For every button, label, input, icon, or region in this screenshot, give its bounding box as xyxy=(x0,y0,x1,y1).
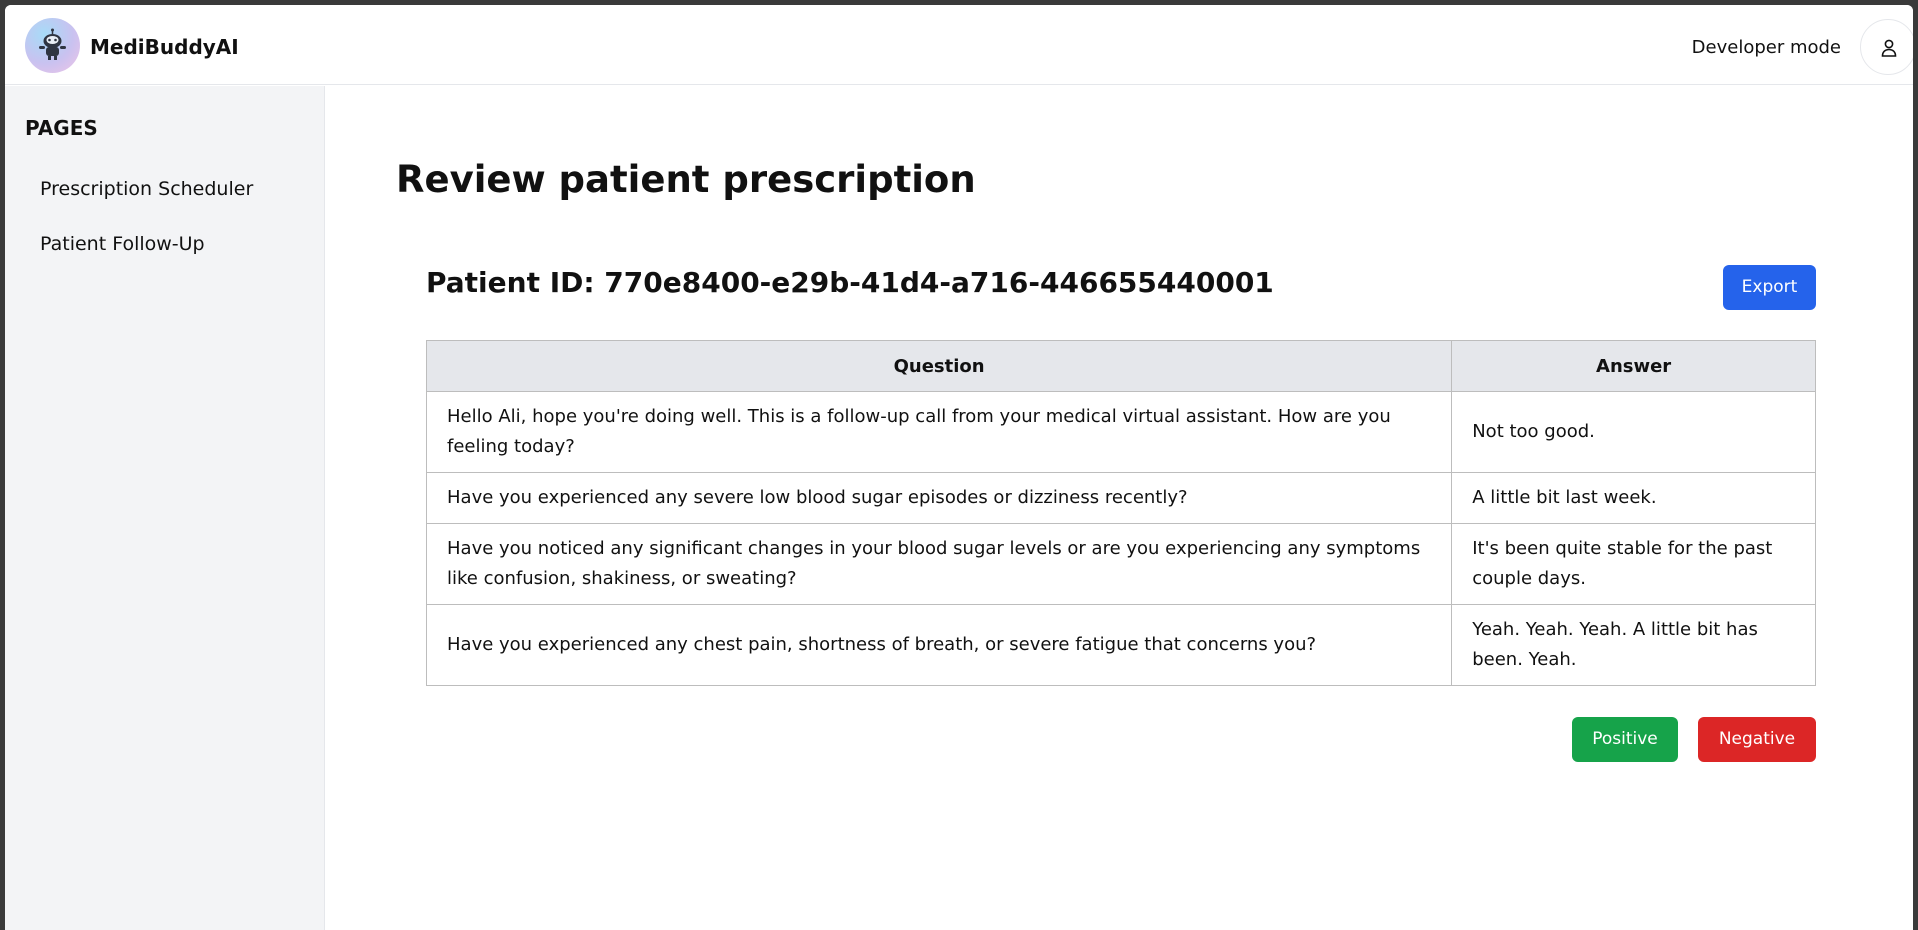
question-cell: Hello Ali, hope you're doing well. This … xyxy=(425,391,1453,473)
export-button[interactable]: Export xyxy=(1723,265,1816,310)
column-header-answer: Answer xyxy=(1451,340,1816,392)
table-row: Have you experienced any chest pain, sho… xyxy=(425,604,1816,686)
user-icon xyxy=(1881,39,1897,57)
answer-cell: Not too good. xyxy=(1451,391,1816,473)
sidebar-item-patient-follow-up[interactable]: Patient Follow-Up xyxy=(40,233,205,255)
negative-button[interactable]: Negative xyxy=(1698,717,1816,762)
developer-mode-link[interactable]: Developer mode xyxy=(1692,37,1841,58)
positive-button[interactable]: Positive xyxy=(1572,717,1678,762)
robot-icon[interactable] xyxy=(25,18,80,73)
table-row: Have you experienced any severe low bloo… xyxy=(425,472,1816,524)
table-header-row: Question Answer xyxy=(425,340,1816,392)
question-cell: Have you noticed any significant changes… xyxy=(425,523,1453,605)
sidebar: PAGES Prescription Scheduler Patient Fol… xyxy=(5,86,325,930)
question-answer-table: Question Answer Hello Ali, hope you're d… xyxy=(425,340,1816,686)
top-header: MediBuddyAI Developer mode xyxy=(5,5,1913,85)
app-window: MediBuddyAI Developer mode PAGES Prescri… xyxy=(5,5,1913,930)
patient-id-heading: Patient ID: 770e8400-e29b-41d4-a716-4466… xyxy=(426,266,1274,299)
user-menu-button[interactable] xyxy=(1860,19,1913,75)
brand-name: MediBuddyAI xyxy=(90,35,239,59)
answer-cell: It's been quite stable for the past coup… xyxy=(1451,523,1816,605)
column-header-question: Question xyxy=(425,340,1453,392)
table-row: Hello Ali, hope you're doing well. This … xyxy=(425,391,1816,473)
answer-cell: A little bit last week. xyxy=(1451,472,1816,524)
question-cell: Have you experienced any chest pain, sho… xyxy=(425,604,1453,686)
question-cell: Have you experienced any severe low bloo… xyxy=(425,472,1453,524)
page-title: Review patient prescription xyxy=(396,158,976,201)
main-content: Review patient prescription Patient ID: … xyxy=(326,86,1913,930)
answer-cell: Yeah. Yeah. Yeah. A little bit has been.… xyxy=(1451,604,1816,686)
sidebar-item-prescription-scheduler[interactable]: Prescription Scheduler xyxy=(40,178,253,200)
table-row: Have you noticed any significant changes… xyxy=(425,523,1816,605)
sidebar-title: PAGES xyxy=(25,116,98,140)
